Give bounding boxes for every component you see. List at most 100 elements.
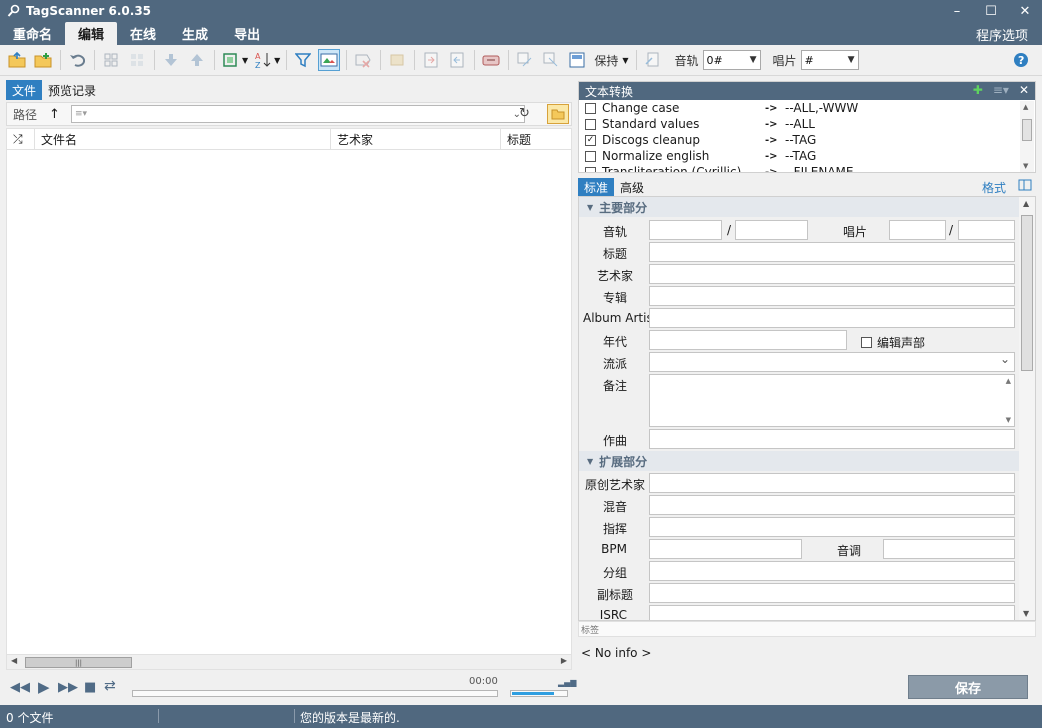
layout-toggle-icon[interactable] bbox=[1018, 179, 1032, 194]
play-icon[interactable]: ▶ bbox=[38, 678, 50, 696]
save-mode-dropdown-icon[interactable]: ▼ bbox=[622, 56, 628, 65]
comment-scroll-down-icon[interactable]: ▼ bbox=[1006, 416, 1011, 424]
tag-clear-icon[interactable] bbox=[386, 49, 408, 71]
path-input[interactable]: ≡▾ ⌄ bbox=[71, 105, 525, 123]
conversion-checkbox[interactable]: ✓ bbox=[585, 134, 596, 146]
grid-select-icon[interactable] bbox=[126, 49, 148, 71]
title-field[interactable] bbox=[649, 242, 1015, 262]
scroll-right-icon[interactable]: ▶ bbox=[561, 656, 567, 665]
add-folder-icon[interactable] bbox=[32, 49, 54, 71]
save-mode-label[interactable]: 保持 bbox=[594, 52, 618, 69]
tab-standard[interactable]: 标准 bbox=[578, 178, 615, 196]
tag-scroll-thumb[interactable] bbox=[1021, 215, 1033, 371]
disc-total-field[interactable] bbox=[958, 220, 1015, 240]
repeat-icon[interactable]: ⇄ bbox=[104, 678, 116, 694]
tag-copy-icon[interactable] bbox=[514, 49, 536, 71]
conv-scroll-thumb[interactable] bbox=[1022, 119, 1032, 141]
refresh-icon[interactable]: ↻ bbox=[519, 106, 530, 121]
track-number-field[interactable] bbox=[649, 220, 722, 240]
section-extended[interactable]: ▼ 扩展部分 bbox=[579, 451, 1020, 471]
close-panel-icon[interactable]: ✕ bbox=[1019, 83, 1029, 97]
close-icon[interactable]: ✕ bbox=[1008, 0, 1042, 22]
stop-icon[interactable]: ■ bbox=[84, 680, 96, 695]
select-frame-icon[interactable] bbox=[220, 49, 242, 71]
conductor-field[interactable] bbox=[649, 517, 1015, 537]
edit-voice-checkbox[interactable]: 编辑声部 bbox=[861, 334, 925, 351]
grouping-field[interactable] bbox=[649, 561, 1015, 581]
remove-tag-icon[interactable] bbox=[352, 49, 374, 71]
genre-select[interactable] bbox=[649, 352, 1015, 372]
save-mode-icon[interactable] bbox=[566, 49, 588, 71]
menu-export[interactable]: 导出 bbox=[221, 22, 273, 45]
shuffle-icon[interactable]: ⤮ bbox=[7, 128, 35, 150]
column-title[interactable]: 标题 bbox=[501, 128, 571, 150]
track-format-select[interactable]: 0# ▼ bbox=[702, 50, 761, 70]
tab-files[interactable]: 文件 bbox=[6, 80, 43, 100]
menu-edit[interactable]: 编辑 bbox=[65, 22, 118, 45]
conversion-checkbox[interactable] bbox=[585, 166, 596, 172]
sort-az-icon[interactable]: AZ bbox=[252, 49, 274, 71]
file-list[interactable] bbox=[6, 150, 572, 654]
conversion-row[interactable]: Transliteration (Cyrillic) -> --FILENAME bbox=[579, 164, 1035, 172]
isrc-field[interactable] bbox=[649, 605, 1015, 620]
conversion-row[interactable]: Change case -> --ALL,-WWW bbox=[579, 100, 1035, 116]
conversion-row[interactable]: Standard values -> --ALL bbox=[579, 116, 1035, 132]
comment-scroll-up-icon[interactable]: ▲ bbox=[1006, 377, 1011, 385]
column-artist[interactable]: 艺术家 bbox=[331, 128, 501, 150]
rewind-icon[interactable]: ◀◀ bbox=[10, 680, 30, 695]
tag-editor-scrollbar[interactable]: ▲ ▼ bbox=[1019, 197, 1035, 620]
playback-progress[interactable] bbox=[132, 690, 498, 697]
save-button[interactable]: 保存 bbox=[908, 675, 1028, 699]
conversion-checkbox[interactable] bbox=[585, 150, 596, 162]
undo-icon[interactable] bbox=[66, 49, 88, 71]
tag-scroll-down-icon[interactable]: ▼ bbox=[1023, 609, 1029, 618]
conversion-checkbox[interactable] bbox=[585, 118, 596, 130]
tab-advanced[interactable]: 高级 bbox=[614, 178, 650, 196]
conv-scroll-down-icon[interactable]: ▼ bbox=[1023, 162, 1028, 170]
conversion-row[interactable]: ✓ Discogs cleanup -> --TAG bbox=[579, 132, 1035, 148]
artist-field[interactable] bbox=[649, 264, 1015, 284]
key-field[interactable] bbox=[883, 539, 1015, 559]
conversion-row[interactable]: Normalize english -> --TAG bbox=[579, 148, 1035, 164]
help-icon[interactable]: ? bbox=[1010, 49, 1032, 71]
year-field[interactable] bbox=[649, 330, 847, 350]
maximize-icon[interactable]: ☐ bbox=[974, 0, 1008, 22]
conversion-scrollbar[interactable]: ▲ ▼ bbox=[1020, 101, 1034, 172]
up-folder-icon[interactable]: ↑ bbox=[49, 107, 60, 122]
album-artist-field[interactable] bbox=[649, 308, 1015, 328]
tag-panel-toggle-icon[interactable] bbox=[318, 49, 341, 71]
bpm-field[interactable] bbox=[649, 539, 802, 559]
tag-convert-icon[interactable] bbox=[480, 49, 502, 71]
comment-field[interactable]: ▲ ▼ bbox=[649, 374, 1015, 427]
tab-preview-log[interactable]: 预览记录 bbox=[42, 80, 102, 100]
tag-paste-icon[interactable] bbox=[540, 49, 562, 71]
subtitle-field[interactable] bbox=[649, 583, 1015, 603]
disc-number-field[interactable] bbox=[889, 220, 946, 240]
scroll-left-icon[interactable]: ◀ bbox=[11, 656, 17, 665]
menu-generate[interactable]: 生成 bbox=[169, 22, 221, 45]
scroll-thumb[interactable]: ||| bbox=[25, 657, 132, 668]
list-menu-icon[interactable]: ≡▾ bbox=[993, 83, 1009, 97]
column-filename[interactable]: 文件名 bbox=[35, 128, 331, 150]
menu-online[interactable]: 在线 bbox=[117, 22, 169, 45]
sort-dropdown-arrow-icon[interactable]: ▼ bbox=[274, 56, 280, 65]
file-export-icon[interactable] bbox=[446, 49, 468, 71]
add-icon[interactable]: ✚ bbox=[973, 83, 983, 97]
volume-slider[interactable] bbox=[510, 690, 568, 697]
menu-rename[interactable]: 重命名 bbox=[0, 22, 65, 45]
browse-folder-icon[interactable] bbox=[547, 104, 569, 124]
filter-icon[interactable] bbox=[292, 49, 314, 71]
conv-scroll-up-icon[interactable]: ▲ bbox=[1023, 103, 1028, 111]
album-field[interactable] bbox=[649, 286, 1015, 306]
minimize-icon[interactable]: – bbox=[940, 0, 974, 22]
format-link[interactable]: 格式 bbox=[982, 179, 1006, 196]
composer-field[interactable] bbox=[649, 429, 1015, 449]
section-main[interactable]: ▼ 主要部分 bbox=[579, 197, 1020, 217]
grid-view-icon[interactable] bbox=[100, 49, 122, 71]
menu-program-options[interactable]: 程序选项 bbox=[976, 25, 1028, 44]
open-folder-icon[interactable] bbox=[6, 49, 28, 71]
collapse-main-icon[interactable]: ▼ bbox=[587, 203, 593, 212]
disc-format-select[interactable]: # ▼ bbox=[800, 50, 859, 70]
horizontal-scrollbar[interactable]: ◀ ||| ▶ bbox=[6, 654, 572, 670]
fast-forward-icon[interactable]: ▶▶ bbox=[58, 680, 78, 695]
